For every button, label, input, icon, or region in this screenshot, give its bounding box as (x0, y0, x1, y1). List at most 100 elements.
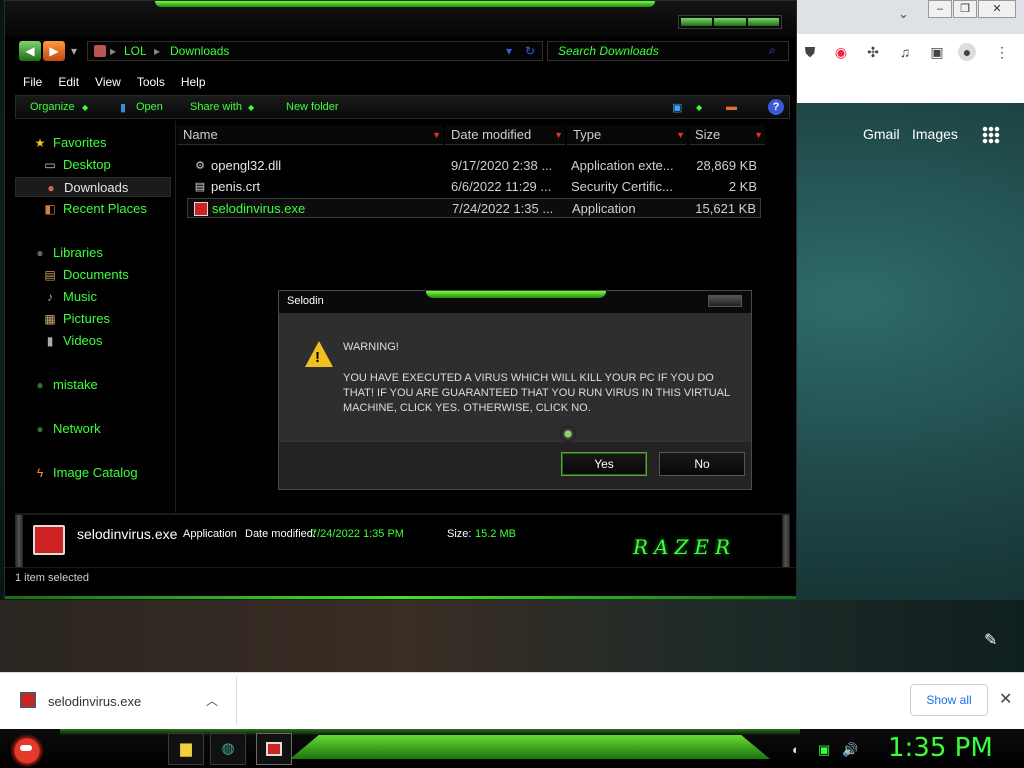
nav-pictures[interactable]: ▦ Pictures (15, 309, 171, 329)
window-controls[interactable] (678, 15, 782, 29)
address-segment-lol[interactable]: LOL (124, 42, 147, 60)
help-icon[interactable]: ? (768, 99, 784, 115)
taskbar-clock[interactable]: 1:35 PM (888, 733, 993, 763)
details-filename: selodinvirus.exe (77, 526, 178, 542)
pane-divider[interactable] (175, 121, 176, 513)
nav-network[interactable]: ● Network (15, 419, 171, 439)
no-button[interactable]: No (659, 452, 745, 476)
nav-videos[interactable]: ▮ Videos (15, 331, 171, 351)
back-button[interactable]: ◀ (19, 41, 41, 61)
show-all-button[interactable]: Show all (910, 684, 988, 716)
exe-large-icon (33, 525, 65, 555)
column-type[interactable]: Type ▼ (567, 125, 687, 145)
videos-icon: ▮ (46, 334, 54, 348)
download-options-chevron-icon[interactable]: ︿ (206, 692, 218, 709)
tray-network-icon[interactable]: ▣ (818, 742, 830, 758)
address-segment-downloads[interactable]: Downloads (170, 42, 229, 60)
yes-button[interactable]: Yes (561, 452, 647, 476)
customize-pencil-icon[interactable]: ✎ (984, 630, 997, 650)
menu-edit[interactable]: Edit (50, 72, 87, 92)
details-left-grip (15, 515, 23, 567)
search-icon[interactable]: ⌕ (769, 43, 776, 58)
exe-app-icon (266, 742, 282, 757)
chrome-menu-icon[interactable]: ⋮ (993, 43, 1011, 61)
organize-button[interactable]: Organize (30, 101, 75, 113)
restore-icon[interactable]: ❐ (953, 0, 977, 18)
star-icon: ★ (34, 136, 46, 150)
puzzle-extensions-icon[interactable]: ✣ (864, 43, 882, 61)
menu-file[interactable]: File (15, 72, 50, 92)
certificate-file-icon: ▤ (194, 181, 206, 193)
homegroup-icon: ● (36, 378, 44, 392)
download-shelf: selodinvirus.exe ︿ Show all ✕ (0, 672, 1024, 729)
download-filename[interactable]: selodinvirus.exe (48, 694, 141, 709)
address-separator-icon: ▸ (110, 44, 117, 58)
share-dropdown-icon[interactable]: ◆ (248, 103, 254, 112)
nav-documents[interactable]: ▤ Documents (15, 265, 171, 285)
recent-pages-chevron-icon[interactable]: ▾ (67, 41, 81, 61)
column-date-modified[interactable]: Date modified ▼ (445, 125, 565, 145)
status-text: 1 item selected (15, 572, 89, 584)
details-type: Application (183, 528, 237, 540)
nav-image-catalog[interactable]: ϟ Image Catalog (15, 463, 171, 483)
close-icon[interactable]: ✕ (978, 0, 1016, 18)
preview-pane-icon[interactable]: ▬ (726, 101, 737, 113)
nav-favorites[interactable]: ★ Favorites (15, 133, 171, 153)
view-dropdown-icon[interactable]: ◆ (696, 103, 702, 112)
refresh-icon[interactable]: ↻ (525, 42, 535, 60)
start-orb-highlight (20, 745, 32, 751)
gmail-link[interactable]: Gmail (863, 126, 900, 142)
menu-help[interactable]: Help (173, 72, 214, 92)
profile-avatar-icon[interactable]: ● (958, 43, 976, 61)
nav-libraries[interactable]: ● Libraries (15, 243, 171, 263)
file-row-selected[interactable]: selodinvirus.exe 7/24/2022 1:35 ... Appl… (187, 198, 761, 218)
tray-volume-icon[interactable]: 🔊 (842, 742, 858, 758)
google-apps-icon[interactable] (982, 126, 1000, 144)
documents-icon: ▤ (44, 268, 56, 282)
minimize-icon[interactable]: – (928, 0, 952, 18)
downloads-folder-icon: ● (47, 181, 55, 195)
details-size-label: Size: (447, 528, 472, 540)
tab-search-chevron-icon[interactable]: ⌄ (898, 6, 909, 22)
taskbar-selodin-icon[interactable] (256, 733, 292, 765)
details-date-value: 7/24/2022 1:35 PM (311, 528, 404, 540)
search-input[interactable]: Search Downloads (547, 41, 789, 61)
nav-recent-places[interactable]: ◧ Recent Places (15, 199, 171, 219)
file-row[interactable]: ▤ penis.crt 6/6/2022 11:29 ... Security … (187, 177, 761, 197)
status-bar: 1 item selected (5, 567, 796, 599)
ublock-icon[interactable]: ⛊ (801, 43, 819, 61)
address-bar[interactable]: ▸ LOL ▸ Downloads ▾ ↻ (87, 41, 543, 61)
details-size-value: 15.2 MB (475, 528, 516, 540)
menu-tools[interactable]: Tools (129, 72, 173, 92)
organize-dropdown-icon[interactable]: ◆ (82, 103, 88, 112)
dialog-close-button[interactable] (708, 295, 742, 307)
media-queue-icon[interactable]: ♫ (896, 43, 914, 61)
extension-flag-icon[interactable]: ◉ (832, 43, 850, 61)
lightning-icon: ϟ (36, 466, 44, 480)
nav-music[interactable]: ♪ Music (15, 287, 171, 307)
forward-button[interactable]: ▶ (43, 41, 65, 61)
taskbar-explorer-icon[interactable]: ▆ (168, 733, 204, 765)
exe-file-icon (194, 202, 208, 216)
file-row[interactable]: ⚙ opengl32.dll 9/17/2020 2:38 ... Applic… (187, 156, 761, 176)
new-folder-button[interactable]: New folder (286, 101, 339, 113)
view-options-icon[interactable]: ▣ (672, 101, 682, 114)
share-with-button[interactable]: Share with (190, 101, 242, 113)
taskbar-chrome-icon[interactable]: ◍ (210, 733, 246, 765)
open-button[interactable]: Open (136, 101, 163, 113)
sort-arrow-icon: ▼ (554, 130, 563, 140)
details-date-label: Date modified: (245, 528, 316, 540)
tray-action-center-icon[interactable]: ◐ (792, 742, 800, 757)
nav-desktop[interactable]: ▭ Desktop (15, 155, 171, 175)
address-dropdown-icon[interactable]: ▾ (506, 42, 512, 60)
column-size[interactable]: Size ▼ (689, 125, 765, 145)
dialog-body: ! WARNING! YOU HAVE EXECUTED A VIRUS WHI… (279, 313, 751, 441)
dialog-message: YOU HAVE EXECUTED A VIRUS WHICH WILL KIL… (343, 372, 730, 414)
nav-mistake[interactable]: ● mistake (15, 375, 171, 395)
side-panel-icon[interactable]: ▣ (928, 43, 946, 61)
menu-view[interactable]: View (87, 72, 129, 92)
column-name[interactable]: Name ▼ (177, 125, 443, 145)
images-link[interactable]: Images (912, 126, 958, 142)
nav-downloads[interactable]: ● Downloads (15, 177, 171, 197)
close-download-shelf-icon[interactable]: ✕ (999, 689, 1012, 709)
